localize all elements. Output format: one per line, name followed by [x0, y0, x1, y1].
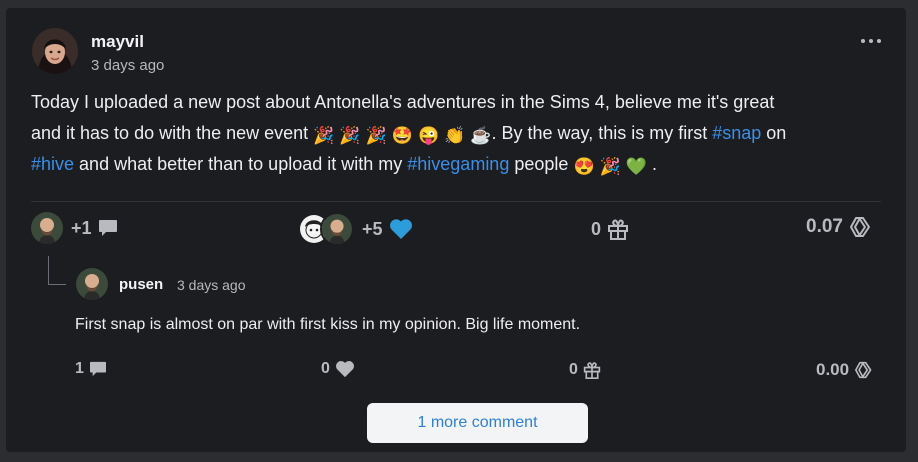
hashtag-snap-link[interactable]: #snap [712, 123, 761, 143]
hive-icon [849, 216, 873, 238]
reply-votes-stat[interactable]: 0 [321, 360, 355, 378]
post-body: Today I uploaded a new post about Antone… [31, 87, 881, 180]
party-popper-emoji: 🎉 [599, 157, 621, 176]
post-text: . [652, 154, 658, 174]
dot-icon [869, 39, 873, 43]
votes-stat[interactable]: +5 [298, 212, 413, 246]
gift-icon[interactable] [607, 217, 629, 241]
post-line-1: Today I uploaded a new post about Antone… [31, 87, 881, 118]
winking-tongue-emoji: 😜 [417, 126, 440, 145]
reply-comments-stat[interactable]: 1 [75, 360, 107, 378]
author-avatar[interactable] [32, 28, 78, 74]
comments-stat[interactable]: +1 [31, 212, 118, 244]
post-text: on [766, 123, 787, 143]
post-text: . By the way, this is my first [491, 123, 708, 143]
commenter-avatar [31, 212, 63, 244]
comments-count: +1 [71, 217, 92, 238]
coffee-emoji: ☕ [470, 126, 492, 145]
tips-count: 0 [591, 218, 602, 239]
reply-author-name[interactable]: pusen [119, 276, 163, 293]
hashtag-hivegaming-link[interactable]: #hivegaming [407, 154, 509, 174]
post-line-3: #hive and what better than to upload it … [31, 149, 881, 180]
reply-payout-stat[interactable]: 0.00 [816, 360, 874, 380]
divider [31, 201, 881, 202]
green-heart-emoji: 💚 [625, 157, 647, 176]
heart-eyes-emoji: 😍 [573, 157, 595, 176]
hashtag-hive-link[interactable]: #hive [31, 154, 74, 174]
reply-payout-value: 0.00 [816, 360, 850, 379]
thread-connector [48, 256, 66, 285]
post-text: Today I uploaded a new post about Antone… [31, 92, 775, 112]
party-popper-emoji: 🎉 [365, 126, 387, 145]
gift-icon[interactable] [583, 360, 601, 380]
load-more-comments-button[interactable]: 1 more comment [367, 403, 588, 443]
star-struck-emoji: 🤩 [391, 126, 413, 145]
post-text: people [514, 154, 569, 174]
post-text: and what better than to upload it with m… [79, 154, 403, 174]
party-popper-emoji: 🎉 [339, 126, 361, 145]
post-line-2: and it has to do with the new event 🎉 🎉 … [31, 118, 881, 149]
reply-body: First snap is almost on par with first k… [75, 316, 581, 333]
clapping-hands-emoji: 👏 [444, 126, 466, 145]
reply-tips-stat[interactable]: 0 [569, 360, 601, 380]
comment-icon [89, 361, 107, 377]
votes-count: +5 [362, 218, 383, 239]
voter-avatar [320, 212, 354, 246]
party-popper-emoji: 🎉 [313, 126, 335, 145]
post-text: and it has to do with the new event [31, 123, 309, 143]
reply-tips-count: 0 [569, 361, 578, 378]
reply-author-avatar[interactable] [76, 268, 108, 300]
heart-icon[interactable] [335, 360, 355, 378]
payout-stat[interactable]: 0.07 [806, 216, 873, 238]
author-name[interactable]: mayvil [91, 32, 144, 52]
reply-votes-count: 0 [321, 360, 330, 377]
dot-icon [877, 39, 881, 43]
snap-card: mayvil 3 days ago Today I uploaded a new… [6, 8, 906, 452]
more-options-button[interactable] [861, 34, 881, 48]
reply-timestamp: 3 days ago [177, 277, 246, 293]
post-timestamp: 3 days ago [91, 57, 165, 74]
tips-stat[interactable]: 0 [591, 217, 629, 241]
heart-icon[interactable] [389, 218, 413, 240]
payout-value: 0.07 [806, 216, 843, 237]
reply-comments-count: 1 [75, 360, 84, 377]
dot-icon [861, 39, 865, 43]
comment-icon [98, 219, 118, 237]
hive-icon [854, 361, 874, 379]
